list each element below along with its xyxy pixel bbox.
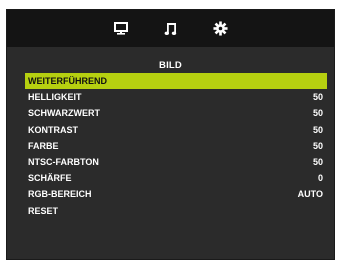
tab-bar [7, 10, 334, 47]
menu-item-kontrast[interactable]: KONTRAST 50 [25, 122, 327, 138]
gear-icon [213, 21, 228, 36]
menu-item-ntsc-farbton[interactable]: NTSC-FARBTON 50 [25, 154, 327, 170]
menu-item-label: SCHWARZWERT [28, 108, 100, 119]
music-note-icon [164, 22, 176, 35]
menu-item-value: 0 [317, 173, 323, 184]
menu-item-value: 50 [312, 157, 323, 168]
menu-item-value: 50 [312, 92, 323, 103]
menu-item-label: HELLIGKEIT [28, 92, 82, 103]
menu-item-schaerfe[interactable]: SCHÄRFE 0 [25, 170, 327, 186]
menu-item-schwarzwert[interactable]: SCHWARZWERT 50 [25, 105, 327, 121]
tab-picture[interactable] [110, 18, 132, 40]
menu-item-value: 50 [312, 140, 323, 151]
section-title: BILD [159, 60, 182, 71]
menu-item-label: WEITERFÜHREND [28, 76, 107, 87]
osd-panel: BILD WEITERFÜHREND HELLIGKEIT 50 SCHWARZ… [6, 9, 335, 260]
menu-item-label: KONTRAST [28, 124, 78, 135]
menu-item-farbe[interactable]: FARBE 50 [25, 138, 327, 154]
menu-item-reset[interactable]: RESET [25, 203, 327, 219]
tab-settings[interactable] [210, 18, 232, 40]
menu-item-label: SCHÄRFE [28, 173, 72, 184]
monitor-icon [113, 22, 128, 35]
tab-audio[interactable] [160, 18, 182, 40]
menu-item-value: 50 [312, 124, 323, 135]
menu-item-value: 50 [312, 108, 323, 119]
menu-item-label: RGB-BEREICH [28, 189, 92, 200]
menu-item-label: RESET [28, 205, 59, 216]
menu-item-value: AUTO [297, 189, 323, 200]
menu-item-weiterfuehrend[interactable]: WEITERFÜHREND [25, 73, 327, 90]
menu-item-rgb-bereich[interactable]: RGB-BEREICH AUTO [25, 186, 327, 202]
menu-list: WEITERFÜHREND HELLIGKEIT 50 SCHWARZWERT … [25, 73, 327, 219]
menu-item-label: NTSC-FARBTON [28, 157, 99, 168]
menu-item-label: FARBE [28, 140, 59, 151]
menu-item-helligkeit[interactable]: HELLIGKEIT 50 [25, 89, 327, 105]
